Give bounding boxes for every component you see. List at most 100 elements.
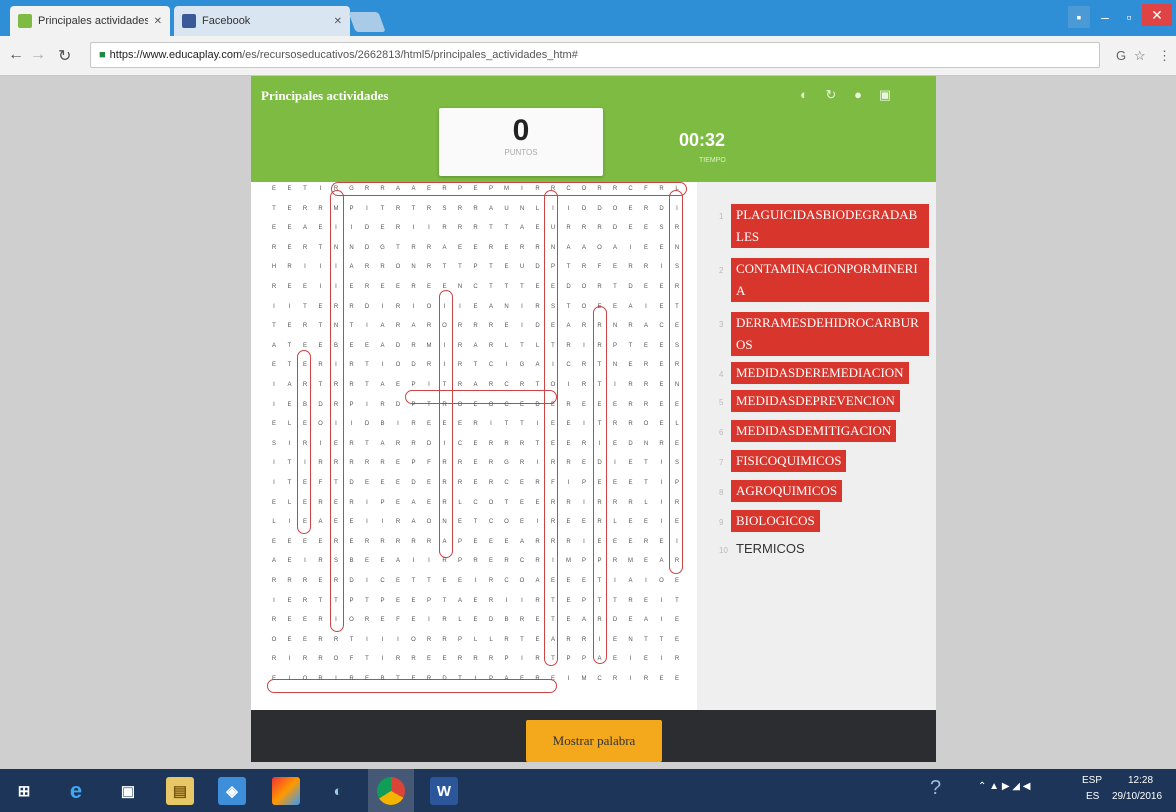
grid-letter[interactable]: R	[453, 459, 467, 467]
grid-letter[interactable]: I	[283, 303, 297, 311]
grid-letter[interactable]: I	[608, 577, 622, 585]
grid-letter[interactable]: R	[531, 185, 545, 193]
grid-letter[interactable]: E	[608, 303, 622, 311]
forward-icon[interactable]: →	[30, 46, 46, 64]
grid-letter[interactable]: E	[469, 597, 483, 605]
grid-letter[interactable]: T	[283, 342, 297, 350]
grid-letter[interactable]: C	[655, 322, 669, 330]
grid-letter[interactable]: E	[639, 244, 653, 252]
grid-letter[interactable]: E	[267, 185, 281, 193]
grid-letter[interactable]: G	[345, 185, 359, 193]
grid-letter[interactable]: D	[531, 263, 545, 271]
grid-letter[interactable]: R	[577, 440, 591, 448]
grid-letter[interactable]: I	[608, 381, 622, 389]
grid-letter[interactable]: C	[469, 499, 483, 507]
grid-letter[interactable]: I	[593, 440, 607, 448]
grid-letter[interactable]: P	[577, 479, 591, 487]
grid-letter[interactable]: I	[655, 518, 669, 526]
grid-letter[interactable]: R	[531, 303, 545, 311]
grid-letter[interactable]: E	[546, 322, 560, 330]
grid-letter[interactable]: E	[624, 518, 638, 526]
grid-letter[interactable]: E	[639, 557, 653, 565]
grid-letter[interactable]: E	[670, 322, 684, 330]
grid-letter[interactable]: E	[531, 283, 545, 291]
menu-icon[interactable]: ⋮	[1158, 48, 1171, 64]
profile-icon[interactable]: ▪	[1068, 6, 1090, 28]
grid-letter[interactable]: R	[484, 244, 498, 252]
grid-letter[interactable]: A	[438, 538, 452, 546]
store-icon[interactable]: ▣	[114, 777, 142, 805]
grid-letter[interactable]: A	[376, 381, 390, 389]
close-icon[interactable]: ✕	[334, 16, 342, 27]
grid-letter[interactable]: R	[422, 244, 436, 252]
grid-letter[interactable]: R	[329, 185, 343, 193]
grid-letter[interactable]: L	[500, 342, 514, 350]
grid-letter[interactable]: O	[314, 420, 328, 428]
grid-letter[interactable]: T	[453, 263, 467, 271]
grid-letter[interactable]: R	[391, 303, 405, 311]
grid-letter[interactable]: D	[577, 205, 591, 213]
grid-letter[interactable]: A	[407, 322, 421, 330]
grid-letter[interactable]: B	[376, 675, 390, 683]
grid-letter[interactable]: R	[376, 538, 390, 546]
grid-letter[interactable]: R	[577, 263, 591, 271]
grid-letter[interactable]: E	[283, 616, 297, 624]
grid-letter[interactable]: R	[531, 675, 545, 683]
letter-grid[interactable]: EETIRGRRAAERPEPMIRRCORRCFRLTERRMPITRTRSR…	[259, 182, 695, 700]
grid-letter[interactable]: R	[391, 205, 405, 213]
grid-letter[interactable]: E	[608, 538, 622, 546]
grid-letter[interactable]: E	[453, 577, 467, 585]
grid-letter[interactable]: R	[329, 577, 343, 585]
grid-letter[interactable]: I	[283, 518, 297, 526]
grid-letter[interactable]: A	[469, 381, 483, 389]
grid-letter[interactable]: R	[624, 420, 638, 428]
grid-letter[interactable]: P	[469, 263, 483, 271]
grid-letter[interactable]: R	[345, 499, 359, 507]
grid-letter[interactable]: E	[655, 538, 669, 546]
grid-letter[interactable]: E	[515, 518, 529, 526]
grid-letter[interactable]: O	[345, 616, 359, 624]
grid-letter[interactable]: R	[422, 263, 436, 271]
grid-letter[interactable]: E	[624, 538, 638, 546]
grid-letter[interactable]: B	[500, 616, 514, 624]
grid-letter[interactable]: T	[360, 655, 374, 663]
grid-letter[interactable]: R	[500, 636, 514, 644]
grid-letter[interactable]: N	[624, 636, 638, 644]
grid-letter[interactable]: C	[453, 440, 467, 448]
grid-letter[interactable]: T	[283, 361, 297, 369]
grid-letter[interactable]: O	[298, 675, 312, 683]
grid-letter[interactable]: A	[546, 636, 560, 644]
grid-letter[interactable]: E	[655, 303, 669, 311]
paint-icon[interactable]: ◐	[324, 777, 352, 805]
grid-letter[interactable]: T	[531, 440, 545, 448]
grid-letter[interactable]: O	[267, 636, 281, 644]
grid-letter[interactable]: E	[407, 597, 421, 605]
grid-letter[interactable]: R	[298, 597, 312, 605]
grid-letter[interactable]: S	[670, 459, 684, 467]
grid-letter[interactable]: E	[391, 283, 405, 291]
grid-letter[interactable]: I	[360, 636, 374, 644]
grid-letter[interactable]: C	[484, 518, 498, 526]
grid-letter[interactable]: R	[329, 401, 343, 409]
grid-letter[interactable]: D	[608, 224, 622, 232]
grid-letter[interactable]: R	[670, 283, 684, 291]
grid-letter[interactable]: R	[500, 557, 514, 565]
grid-letter[interactable]: D	[531, 401, 545, 409]
grid-letter[interactable]: C	[376, 577, 390, 585]
grid-letter[interactable]: R	[515, 440, 529, 448]
grid-letter[interactable]: E	[624, 205, 638, 213]
grid-letter[interactable]: R	[624, 401, 638, 409]
grid-letter[interactable]: R	[407, 244, 421, 252]
grid-letter[interactable]: R	[515, 459, 529, 467]
grid-letter[interactable]: R	[298, 577, 312, 585]
grid-letter[interactable]: R	[469, 655, 483, 663]
grid-letter[interactable]: A	[407, 518, 421, 526]
grid-letter[interactable]: D	[391, 401, 405, 409]
grid-letter[interactable]: O	[438, 322, 452, 330]
grid-letter[interactable]: A	[376, 342, 390, 350]
grid-letter[interactable]: T	[360, 597, 374, 605]
grid-letter[interactable]: E	[562, 420, 576, 428]
grid-letter[interactable]: H	[267, 263, 281, 271]
grid-letter[interactable]: R	[314, 675, 328, 683]
grid-letter[interactable]: A	[531, 361, 545, 369]
